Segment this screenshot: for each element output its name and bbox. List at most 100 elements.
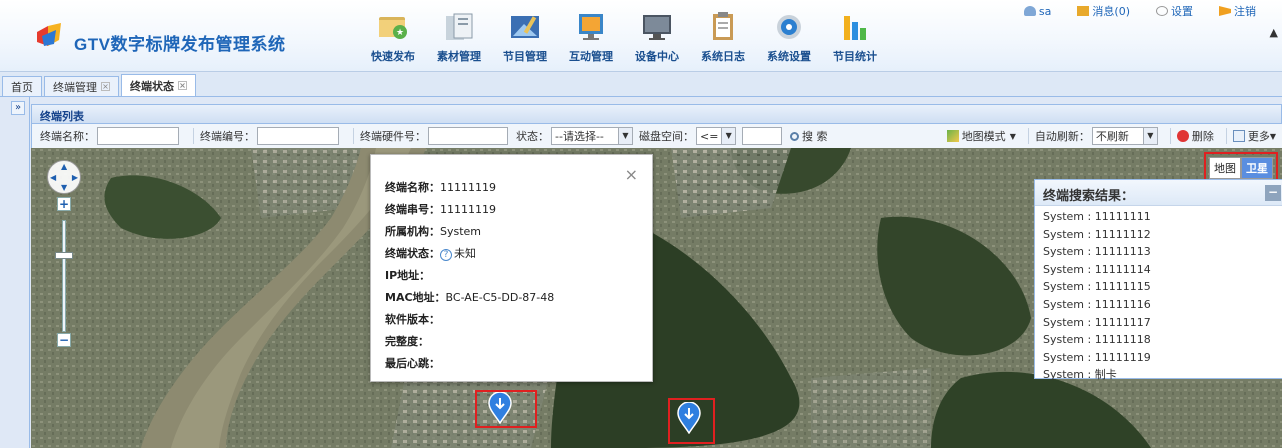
nav-quick-publish[interactable]: ★ 快速发布 [360, 6, 426, 66]
zoom-out-button[interactable]: − [57, 333, 71, 347]
app-header: GTV数字标牌发布管理系统 ★ 快速发布 素材管理 节目管理 互动管理 设备中心… [0, 0, 1282, 72]
info-row-version: 软件版本： [385, 309, 638, 331]
result-item[interactable]: System : 11111117 [1043, 314, 1275, 332]
tab-terminal-status[interactable]: 终端状态 × [121, 74, 196, 96]
close-icon[interactable]: × [625, 165, 638, 184]
result-item[interactable]: System : 制卡 [1043, 366, 1275, 384]
nav-label: 节目管理 [503, 50, 547, 63]
terminal-number-input[interactable] [257, 127, 339, 145]
disk-value-input[interactable] [742, 127, 782, 145]
tab-close-icon[interactable]: × [178, 81, 187, 90]
hardware-input[interactable] [428, 127, 508, 145]
status-label: 状态： [516, 130, 549, 143]
zoom-slider-handle[interactable] [55, 252, 73, 259]
chevron-down-icon: ▼ [1269, 131, 1276, 141]
nav-program[interactable]: 节目管理 [492, 6, 558, 66]
logout-label: 注销 [1234, 5, 1256, 18]
terminal-marker[interactable] [676, 402, 702, 434]
collapse-header-icon[interactable]: ▲ [1270, 26, 1278, 39]
user-link[interactable]: sa [1023, 4, 1052, 18]
divider [353, 128, 354, 144]
result-item[interactable]: System : 11111119 [1043, 349, 1275, 367]
nav-label: 素材管理 [437, 50, 481, 63]
interactive-icon [579, 14, 603, 40]
info-row-ip: IP地址： [385, 265, 638, 287]
delete-label: 删除 [1191, 130, 1214, 143]
more-button[interactable]: 更多 ▼ [1232, 128, 1276, 144]
tab-terminal-manage[interactable]: 终端管理 × [44, 76, 119, 96]
info-row-name: 终端名称：11111119 [385, 177, 638, 199]
satellite-map[interactable]: ▲ ▼ ◀ ▶ + − × 终端名称：11111119 终端串号：1111111… [31, 148, 1282, 448]
info-label: 终端状态： [385, 247, 440, 260]
hardware-label: 终端硬件号： [360, 130, 426, 143]
settings-icon [777, 15, 801, 39]
info-label: MAC地址： [385, 291, 446, 304]
user-name: sa [1038, 4, 1052, 18]
tab-label: 终端管理 [53, 80, 97, 94]
grid-icon [1232, 130, 1245, 142]
result-item[interactable]: System : 11111113 [1043, 243, 1275, 261]
auto-refresh-label: 自动刷新： [1034, 130, 1090, 143]
more-label: 更多 [1247, 130, 1270, 143]
nav-device[interactable]: 设备中心 [624, 6, 690, 66]
tab-strip: 首页 终端管理 × 终端状态 × [0, 73, 1282, 97]
tab-close-icon[interactable]: × [101, 82, 110, 91]
map-type-satellite-button[interactable]: 卫星 [1241, 157, 1273, 179]
expand-sidebar-icon[interactable]: » [11, 101, 25, 115]
terminal-name-input[interactable] [97, 127, 179, 145]
tab-label: 终端状态 [130, 79, 174, 93]
logout-link[interactable]: 注销 [1219, 3, 1256, 19]
nav-log[interactable]: 系统日志 [690, 6, 756, 66]
info-value: 11111119 [440, 181, 496, 194]
top-user-bar: sa 消息(0) 设置 注销 [1023, 0, 1282, 22]
result-item[interactable]: System : 11111115 [1043, 278, 1275, 296]
delete-button[interactable]: 删除 [1176, 128, 1214, 144]
delete-icon [1176, 130, 1189, 142]
settings-link[interactable]: 设置 [1156, 3, 1193, 19]
nav-material[interactable]: 素材管理 [426, 6, 492, 66]
info-label: 终端名称： [385, 181, 440, 194]
result-item[interactable]: System : 11111112 [1043, 226, 1275, 244]
zoom-slider-track[interactable] [62, 220, 66, 332]
filter-toolbar: 终端名称： 终端编号： 终端硬件号： 状态： --请选择-- ▼ 磁盘空间： <=… [31, 124, 1282, 148]
results-title: 终端搜索结果： − [1035, 180, 1282, 206]
messages-link[interactable]: 消息(0) [1077, 3, 1130, 19]
nav-stats[interactable]: 节目统计 [822, 6, 888, 66]
nav-label: 系统设置 [767, 50, 811, 63]
svg-text:★: ★ [396, 28, 404, 38]
disk-label: 磁盘空间： [639, 130, 694, 143]
auto-refresh-select[interactable]: 不刷新 ▼ [1091, 127, 1158, 145]
material-icon [446, 13, 473, 40]
info-label: 完整度： [385, 335, 429, 348]
info-row-integrity: 完整度： [385, 331, 638, 353]
result-item[interactable]: System : 11111114 [1043, 261, 1275, 279]
map-type-map-button[interactable]: 地图 [1209, 157, 1241, 179]
mail-icon [1077, 6, 1090, 16]
app-title: GTV数字标牌发布管理系统 [74, 35, 286, 54]
pan-left-icon: ◀ [50, 173, 57, 182]
result-item[interactable]: System : 11111111 [1043, 208, 1275, 226]
info-row-mac: MAC地址：BC-AE-C5-DD-87-48 [385, 287, 638, 309]
search-button[interactable]: 搜 索 [790, 128, 828, 144]
search-results-panel: 终端搜索结果： − System : 11111111 System : 111… [1034, 179, 1282, 381]
result-item[interactable]: System : 11111118 [1043, 331, 1275, 349]
disk-operator-select[interactable]: <= ▼ [696, 127, 736, 145]
search-icon [790, 131, 799, 141]
map-mode-label: 地图模式 [961, 130, 1006, 143]
gear-icon [1156, 6, 1168, 16]
nav-interactive[interactable]: 互动管理 [558, 6, 624, 66]
minimize-icon[interactable]: − [1265, 185, 1281, 201]
map-mode-button[interactable]: 地图模式 ▼ [946, 128, 1016, 144]
info-label: 最后心跳： [385, 357, 440, 370]
pan-control[interactable]: ▲ ▼ ◀ ▶ [47, 160, 81, 194]
result-item[interactable]: System : 11111116 [1043, 296, 1275, 314]
panel-title: 终端列表 [31, 104, 1282, 124]
pan-right-icon: ▶ [71, 173, 78, 182]
divider [1225, 128, 1227, 144]
tab-home[interactable]: 首页 [2, 76, 42, 96]
info-value: System [440, 225, 482, 238]
status-select[interactable]: --请选择-- ▼ [551, 127, 633, 145]
terminal-marker-selected[interactable] [487, 392, 513, 424]
zoom-in-button[interactable]: + [57, 197, 71, 211]
nav-settings[interactable]: 系统设置 [756, 6, 822, 66]
